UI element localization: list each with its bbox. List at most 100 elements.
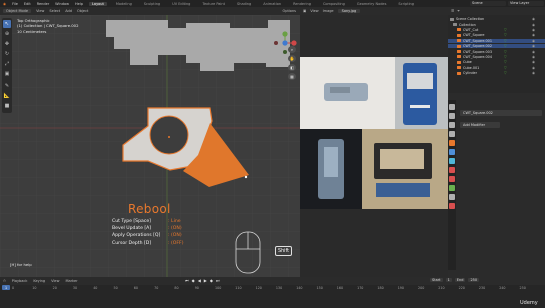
view-layer-selector[interactable]: View Layer <box>508 1 544 6</box>
viewport-menu-select[interactable]: Select <box>49 9 60 13</box>
timeline-menu-keying[interactable]: Keying <box>33 279 45 283</box>
tab-animation[interactable]: Animation <box>260 2 284 6</box>
properties-tab-icon[interactable] <box>449 149 455 155</box>
image-editor-type-icon[interactable]: ▣ <box>303 9 306 13</box>
jump-end-icon[interactable]: ⏭ <box>216 278 220 283</box>
outliner-type-icon[interactable]: ☰ <box>451 9 454 13</box>
properties-tab-icon[interactable] <box>449 176 455 182</box>
visibility-eye-icon[interactable]: ◉ <box>532 71 535 75</box>
blender-logo-icon[interactable]: ◉ <box>3 2 6 6</box>
properties-tab-icon[interactable] <box>449 203 455 209</box>
annotate-tool-icon[interactable]: ✎ <box>3 82 11 90</box>
modifier-icon[interactable]: ▽ <box>504 66 507 70</box>
properties-tab-icon[interactable] <box>449 167 455 173</box>
start-frame-field[interactable]: 1 <box>445 278 452 282</box>
properties-tab-icon[interactable] <box>449 194 455 200</box>
tab-modeling[interactable]: Modeling <box>113 2 135 6</box>
grid-view-icon[interactable]: ▦ <box>288 73 296 80</box>
outliner-filter-icon[interactable]: ⏷ <box>457 9 460 13</box>
menu-render[interactable]: Render <box>37 2 49 6</box>
play-icon[interactable]: ▶ <box>204 278 207 283</box>
outliner-row[interactable]: Cube ▽ ◉ <box>448 60 545 64</box>
scene-selector[interactable]: Scene <box>470 1 506 6</box>
play-reverse-icon[interactable]: ◀ <box>198 278 201 283</box>
pan-hand-icon[interactable]: ✋ <box>288 55 296 62</box>
tab-shading[interactable]: Shading <box>234 2 254 6</box>
visibility-eye-icon[interactable]: ◉ <box>532 28 535 32</box>
visibility-eye-icon[interactable]: ◉ <box>532 33 535 37</box>
transform-tool-icon[interactable]: ▣ <box>3 70 11 78</box>
visibility-eye-icon[interactable]: ◉ <box>532 39 535 43</box>
tab-geometry-nodes[interactable]: Geometry Nodes <box>354 2 390 6</box>
tab-rendering[interactable]: Rendering <box>290 2 314 6</box>
menu-file[interactable]: File <box>12 2 18 6</box>
tab-sculpting[interactable]: Sculpting <box>141 2 163 6</box>
image-menu-view[interactable]: View <box>310 9 318 13</box>
move-tool-icon[interactable]: ✥ <box>3 40 11 48</box>
visibility-eye-icon[interactable]: ◉ <box>532 66 535 70</box>
visibility-eye-icon[interactable]: ◉ <box>532 50 535 54</box>
properties-tab-icon[interactable] <box>449 158 455 164</box>
modifier-icon[interactable]: ▽ <box>504 44 507 48</box>
viewport-menu-add[interactable]: Add <box>65 9 72 13</box>
tab-compositing[interactable]: Compositing <box>320 2 348 6</box>
visibility-eye-icon[interactable]: ◉ <box>532 23 535 27</box>
properties-tab-icon[interactable] <box>449 185 455 191</box>
modifier-icon[interactable]: ▽ <box>504 50 507 54</box>
properties-tab-icon[interactable] <box>449 104 455 110</box>
modifier-icon[interactable]: ▽ <box>504 71 507 75</box>
outliner-row[interactable]: Cylinder ▽ ◉ <box>448 71 545 75</box>
properties-tab-icon[interactable] <box>449 140 455 146</box>
camera-icon[interactable]: ◧ <box>288 64 296 71</box>
outliner-row[interactable]: Scene Collection ◉ <box>448 17 545 21</box>
outliner-row[interactable]: CWT_Square.002 ▽ ◉ <box>448 44 545 49</box>
add-modifier-button[interactable]: Add Modifier <box>460 122 500 128</box>
end-frame-field[interactable]: 250 <box>468 278 480 282</box>
zoom-icon[interactable]: ⌕ <box>288 46 296 53</box>
reference-image-area[interactable] <box>300 15 448 277</box>
scale-tool-icon[interactable]: ⤢ <box>3 60 11 68</box>
modifier-icon[interactable]: ▽ <box>504 60 507 64</box>
modifier-icon[interactable]: ▽ <box>504 33 507 37</box>
prev-key-icon[interactable]: ◆ <box>192 278 195 283</box>
menu-help[interactable]: Help <box>75 2 83 6</box>
modifier-icon[interactable]: ▽ <box>504 28 507 32</box>
menu-edit[interactable]: Edit <box>24 2 31 6</box>
rotate-tool-icon[interactable]: ↻ <box>3 50 11 58</box>
outliner-row[interactable]: CWT_Square ▽ ◉ <box>448 33 545 37</box>
viewport-menu-view[interactable]: View <box>36 9 44 13</box>
playhead[interactable]: 1 <box>2 285 10 290</box>
jump-start-icon[interactable]: ⏮ <box>185 278 189 283</box>
timeline-menu-playback[interactable]: Playback <box>12 279 28 283</box>
outliner-row[interactable]: Collection ◉ <box>448 22 545 27</box>
viewport-options[interactable]: Options <box>282 9 296 13</box>
measure-tool-icon[interactable]: 📐 <box>3 92 11 100</box>
timeline-type-icon[interactable]: ⏱ <box>3 279 6 283</box>
image-file-selector[interactable]: Sony.jpg <box>337 9 361 13</box>
properties-tab-icon[interactable] <box>449 113 455 119</box>
timeline-menu-marker[interactable]: Marker <box>65 279 77 283</box>
add-cube-tool-icon[interactable]: ■ <box>3 102 11 110</box>
tab-scripting[interactable]: Scripting <box>395 2 417 6</box>
properties-object-field[interactable]: CWT_Square.002 <box>460 110 542 116</box>
visibility-eye-icon[interactable]: ◉ <box>532 44 535 48</box>
modifier-icon[interactable]: ▽ <box>504 39 507 43</box>
image-menu-image[interactable]: Image <box>323 9 334 13</box>
tab-uv-editing[interactable]: UV Editing <box>169 2 193 6</box>
visibility-eye-icon[interactable]: ◉ <box>532 55 535 59</box>
tab-texture-paint[interactable]: Texture Paint <box>199 2 228 6</box>
outliner-row[interactable]: CWT_Square.004 ▽ ◉ <box>448 55 545 59</box>
outliner-row[interactable]: CWT_Cut ▽ ◉ <box>448 28 545 32</box>
next-key-icon[interactable]: ◆ <box>210 278 213 283</box>
cursor-tool-icon[interactable]: ⊕ <box>3 30 11 38</box>
object-mode-dropdown[interactable]: Object Mode <box>3 9 32 13</box>
select-tool-icon[interactable]: ↖ <box>3 20 11 28</box>
visibility-eye-icon[interactable]: ◉ <box>532 17 535 21</box>
visibility-eye-icon[interactable]: ◉ <box>532 60 535 64</box>
tab-layout[interactable]: Layout <box>88 1 107 6</box>
timeline-menu-view[interactable]: View <box>51 279 59 283</box>
properties-tab-icon[interactable] <box>449 131 455 137</box>
modifier-icon[interactable]: ▽ <box>504 55 507 59</box>
outliner-row[interactable]: CWT_Square.001 ▽ ◉ <box>448 38 545 43</box>
outliner-row[interactable]: Cube.001 ▽ ◉ <box>448 66 545 70</box>
